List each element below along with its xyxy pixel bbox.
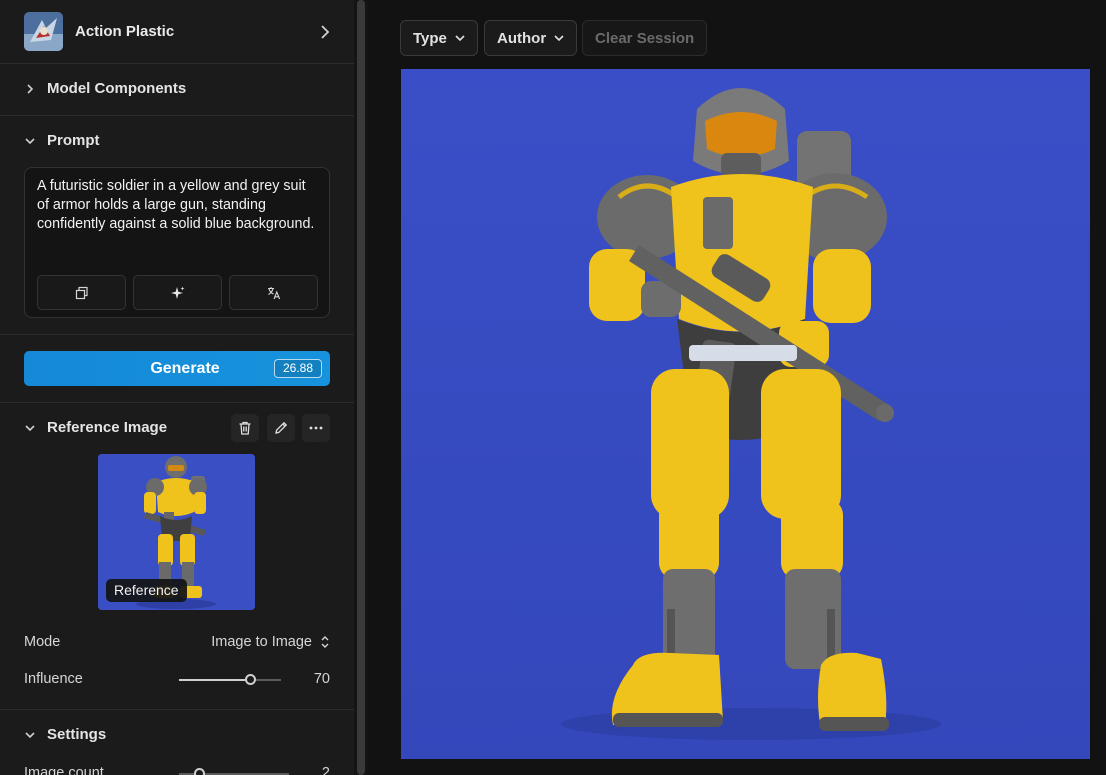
section-reference-image[interactable]: Reference Image (24, 419, 167, 436)
translate-button[interactable] (229, 275, 318, 310)
sidebar: Action Plastic Model Components Prompt A… (0, 0, 354, 775)
divider (0, 402, 354, 403)
generate-button[interactable]: Generate 26.88 (24, 351, 330, 386)
chevron-right-icon[interactable] (320, 24, 330, 39)
enhance-prompt-button[interactable] (133, 275, 222, 310)
magic-sparkle-icon (170, 286, 184, 299)
author-filter-label: Author (497, 29, 547, 47)
chevron-down-icon (25, 137, 35, 144)
mode-select[interactable]: Image to Image (211, 634, 330, 650)
more-options-button[interactable] (302, 414, 330, 442)
divider (0, 115, 354, 116)
model-thumbnail (24, 12, 63, 51)
chevron-up-down-icon (321, 636, 329, 648)
trash-icon (239, 421, 251, 435)
pencil-icon (275, 421, 288, 434)
author-filter-dropdown[interactable]: Author (484, 20, 578, 56)
cost-badge: 26.88 (273, 359, 322, 378)
chevron-down-icon (25, 731, 35, 738)
image-count-value: 2 (321, 765, 330, 775)
slider-fill (179, 679, 251, 681)
sidebar-scrollbar[interactable] (354, 0, 368, 775)
divider (0, 709, 354, 710)
armored-soldier-image (401, 69, 1090, 759)
edit-reference-button[interactable] (267, 414, 295, 442)
divider (0, 334, 354, 335)
chevron-right-icon (27, 83, 34, 94)
reference-tag: Reference (106, 579, 187, 602)
section-title: Prompt (47, 132, 100, 149)
more-horizontal-icon (309, 426, 323, 430)
mode-label: Mode (24, 634, 61, 650)
section-title: Settings (47, 726, 107, 743)
image-count-label: Image count (24, 765, 104, 775)
mode-value: Image to Image (211, 634, 312, 650)
prompt-input[interactable]: A futuristic soldier in a yellow and gre… (24, 167, 330, 318)
chevron-down-icon (25, 424, 35, 431)
slider-thumb[interactable] (194, 768, 205, 775)
section-title: Reference Image (47, 419, 168, 436)
clear-session-button[interactable]: Clear Session (582, 20, 708, 56)
section-title: Model Components (47, 80, 187, 97)
type-filter-dropdown[interactable]: Type (400, 20, 478, 56)
model-name: Action Plastic (75, 23, 175, 40)
divider (0, 63, 354, 64)
copy-button[interactable] (37, 275, 126, 310)
translate-icon (267, 286, 280, 299)
model-selector[interactable]: Action Plastic (0, 0, 354, 63)
delete-reference-button[interactable] (231, 414, 259, 442)
section-prompt[interactable]: Prompt (24, 132, 100, 149)
type-filter-label: Type (413, 29, 447, 47)
influence-value: 70 (313, 671, 330, 687)
copy-icon (75, 286, 88, 299)
scrollbar-thumb[interactable] (357, 0, 365, 775)
slider-thumb[interactable] (244, 674, 256, 685)
influence-label: Influence (24, 671, 83, 687)
chevron-down-icon (455, 34, 465, 41)
section-settings[interactable]: Settings (24, 726, 106, 743)
generated-image[interactable] (401, 69, 1090, 759)
prompt-text[interactable]: A futuristic soldier in a yellow and gre… (37, 177, 321, 234)
reference-image[interactable]: Reference (98, 454, 255, 610)
chevron-down-icon (554, 34, 564, 41)
clear-session-label: Clear Session (595, 29, 695, 47)
section-model-components[interactable]: Model Components (24, 80, 186, 97)
